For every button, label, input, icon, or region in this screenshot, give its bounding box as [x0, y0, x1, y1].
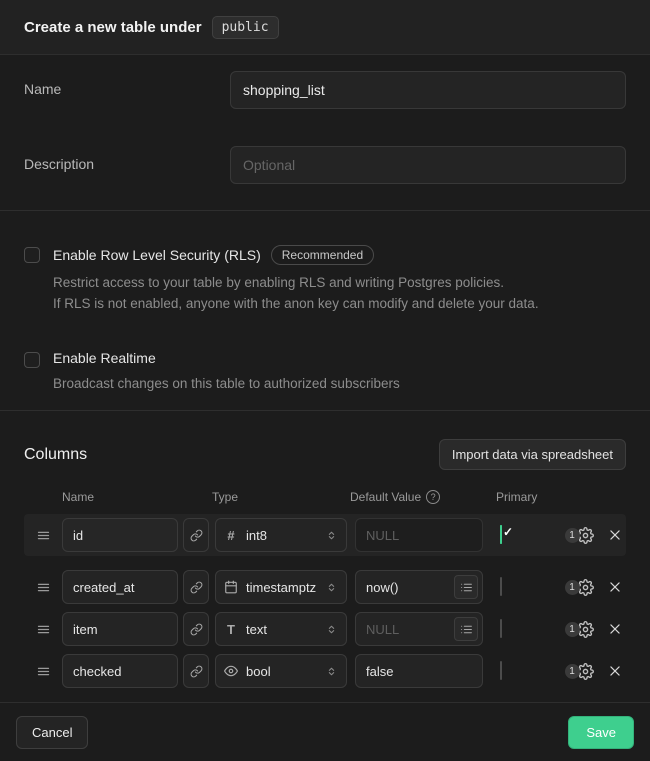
close-icon — [608, 580, 622, 594]
drag-handle-icon[interactable] — [24, 528, 62, 543]
column-name-input[interactable] — [62, 518, 178, 552]
description-label: Description — [24, 146, 230, 184]
column-settings-button[interactable]: 1 — [554, 663, 604, 680]
settings-count-badge: 1 — [565, 528, 580, 543]
primary-checkbox[interactable] — [500, 577, 502, 596]
list-icon — [460, 581, 473, 594]
column-row-checked: bool 1 — [24, 654, 626, 688]
remove-column-button[interactable] — [604, 524, 626, 546]
description-form-row: Description — [24, 146, 626, 184]
realtime-label: Enable Realtime — [53, 350, 156, 366]
column-row-created-at: timestamptz 1 — [24, 570, 626, 604]
header-primary: Primary — [496, 490, 554, 504]
import-spreadsheet-button[interactable]: Import data via spreadsheet — [439, 439, 626, 470]
column-type-select[interactable]: bool — [215, 654, 347, 688]
column-settings-button[interactable]: 1 — [554, 527, 604, 544]
list-icon — [460, 623, 473, 636]
close-icon — [608, 528, 622, 542]
foreign-key-link-button[interactable] — [183, 570, 209, 604]
save-button[interactable]: Save — [568, 716, 634, 749]
column-type-label: int8 — [246, 528, 267, 543]
modal-header: Create a new table under public — [0, 0, 650, 55]
settings-count-badge: 1 — [565, 622, 580, 637]
columns-section: Columns Import data via spreadsheet Name… — [0, 410, 650, 702]
column-settings-button[interactable]: 1 — [554, 621, 604, 638]
rls-description: Restrict access to your table by enablin… — [53, 272, 539, 314]
foreign-key-link-button[interactable] — [183, 612, 209, 646]
settings-count-badge: 1 — [565, 664, 580, 679]
link-icon — [190, 529, 203, 542]
primary-checkbox[interactable] — [500, 525, 502, 544]
recommended-badge: Recommended — [271, 245, 374, 265]
default-value-menu-button[interactable] — [454, 575, 478, 599]
drag-handle-icon[interactable] — [24, 664, 62, 679]
toggles-section: Enable Row Level Security (RLS) Recommen… — [0, 210, 650, 410]
remove-column-button[interactable] — [604, 618, 626, 640]
column-default-input[interactable] — [355, 518, 483, 552]
column-default-input[interactable] — [355, 654, 483, 688]
chevron-up-down-icon — [325, 623, 338, 636]
column-type-select[interactable]: T text — [215, 612, 347, 646]
columns-table-headers: Name Type Default Value ? Primary — [24, 490, 626, 504]
basic-info-section: Name Description — [0, 55, 650, 210]
header-name: Name — [62, 490, 178, 504]
foreign-key-link-button[interactable] — [183, 518, 209, 552]
column-type-label: timestamptz — [246, 580, 316, 595]
realtime-toggle-block: Enable Realtime Broadcast changes on thi… — [24, 350, 626, 394]
calendar-icon — [224, 580, 238, 594]
link-icon — [190, 665, 203, 678]
drag-handle-icon[interactable] — [24, 580, 62, 595]
column-type-select[interactable]: timestamptz — [215, 570, 347, 604]
default-value-menu-button[interactable] — [454, 617, 478, 641]
name-label: Name — [24, 71, 230, 109]
letter-t-icon: T — [224, 622, 238, 637]
column-row-item: T text 1 — [24, 612, 626, 646]
name-form-row: Name — [24, 71, 626, 109]
primary-checkbox[interactable] — [500, 619, 502, 638]
realtime-checkbox[interactable] — [24, 352, 40, 368]
column-type-select[interactable]: # int8 — [215, 518, 347, 552]
chevron-up-down-icon — [325, 665, 338, 678]
table-name-input[interactable] — [230, 71, 626, 109]
close-icon — [608, 664, 622, 678]
page-title: Create a new table under — [24, 19, 202, 36]
column-name-input[interactable] — [62, 570, 178, 604]
rls-toggle-block: Enable Row Level Security (RLS) Recommen… — [24, 245, 626, 314]
column-type-label: text — [246, 622, 267, 637]
column-type-label: bool — [246, 664, 271, 679]
column-name-input[interactable] — [62, 654, 178, 688]
schema-badge: public — [212, 16, 279, 39]
rls-label: Enable Row Level Security (RLS) — [53, 247, 261, 263]
rls-checkbox[interactable] — [24, 247, 40, 263]
remove-column-button[interactable] — [604, 576, 626, 598]
create-table-panel: Create a new table under public Name Des… — [0, 0, 650, 761]
realtime-description: Broadcast changes on this table to autho… — [53, 373, 400, 394]
close-icon — [608, 622, 622, 636]
column-settings-button[interactable]: 1 — [554, 579, 604, 596]
eye-icon — [224, 664, 238, 678]
table-description-input[interactable] — [230, 146, 626, 184]
settings-count-badge: 1 — [565, 580, 580, 595]
remove-column-button[interactable] — [604, 660, 626, 682]
chevron-up-down-icon — [325, 529, 338, 542]
header-default-value: Default Value — [350, 490, 421, 504]
drag-handle-icon[interactable] — [24, 622, 62, 637]
help-icon[interactable]: ? — [426, 490, 440, 504]
column-row-id: # int8 1 — [24, 514, 626, 556]
primary-checkbox[interactable] — [500, 661, 502, 680]
hash-icon: # — [224, 528, 238, 543]
header-type: Type — [212, 490, 350, 504]
cancel-button[interactable]: Cancel — [16, 716, 88, 749]
link-icon — [190, 581, 203, 594]
column-name-input[interactable] — [62, 612, 178, 646]
chevron-up-down-icon — [325, 581, 338, 594]
foreign-key-link-button[interactable] — [183, 654, 209, 688]
modal-footer: Cancel Save — [0, 702, 650, 761]
columns-title: Columns — [24, 446, 87, 464]
link-icon — [190, 623, 203, 636]
